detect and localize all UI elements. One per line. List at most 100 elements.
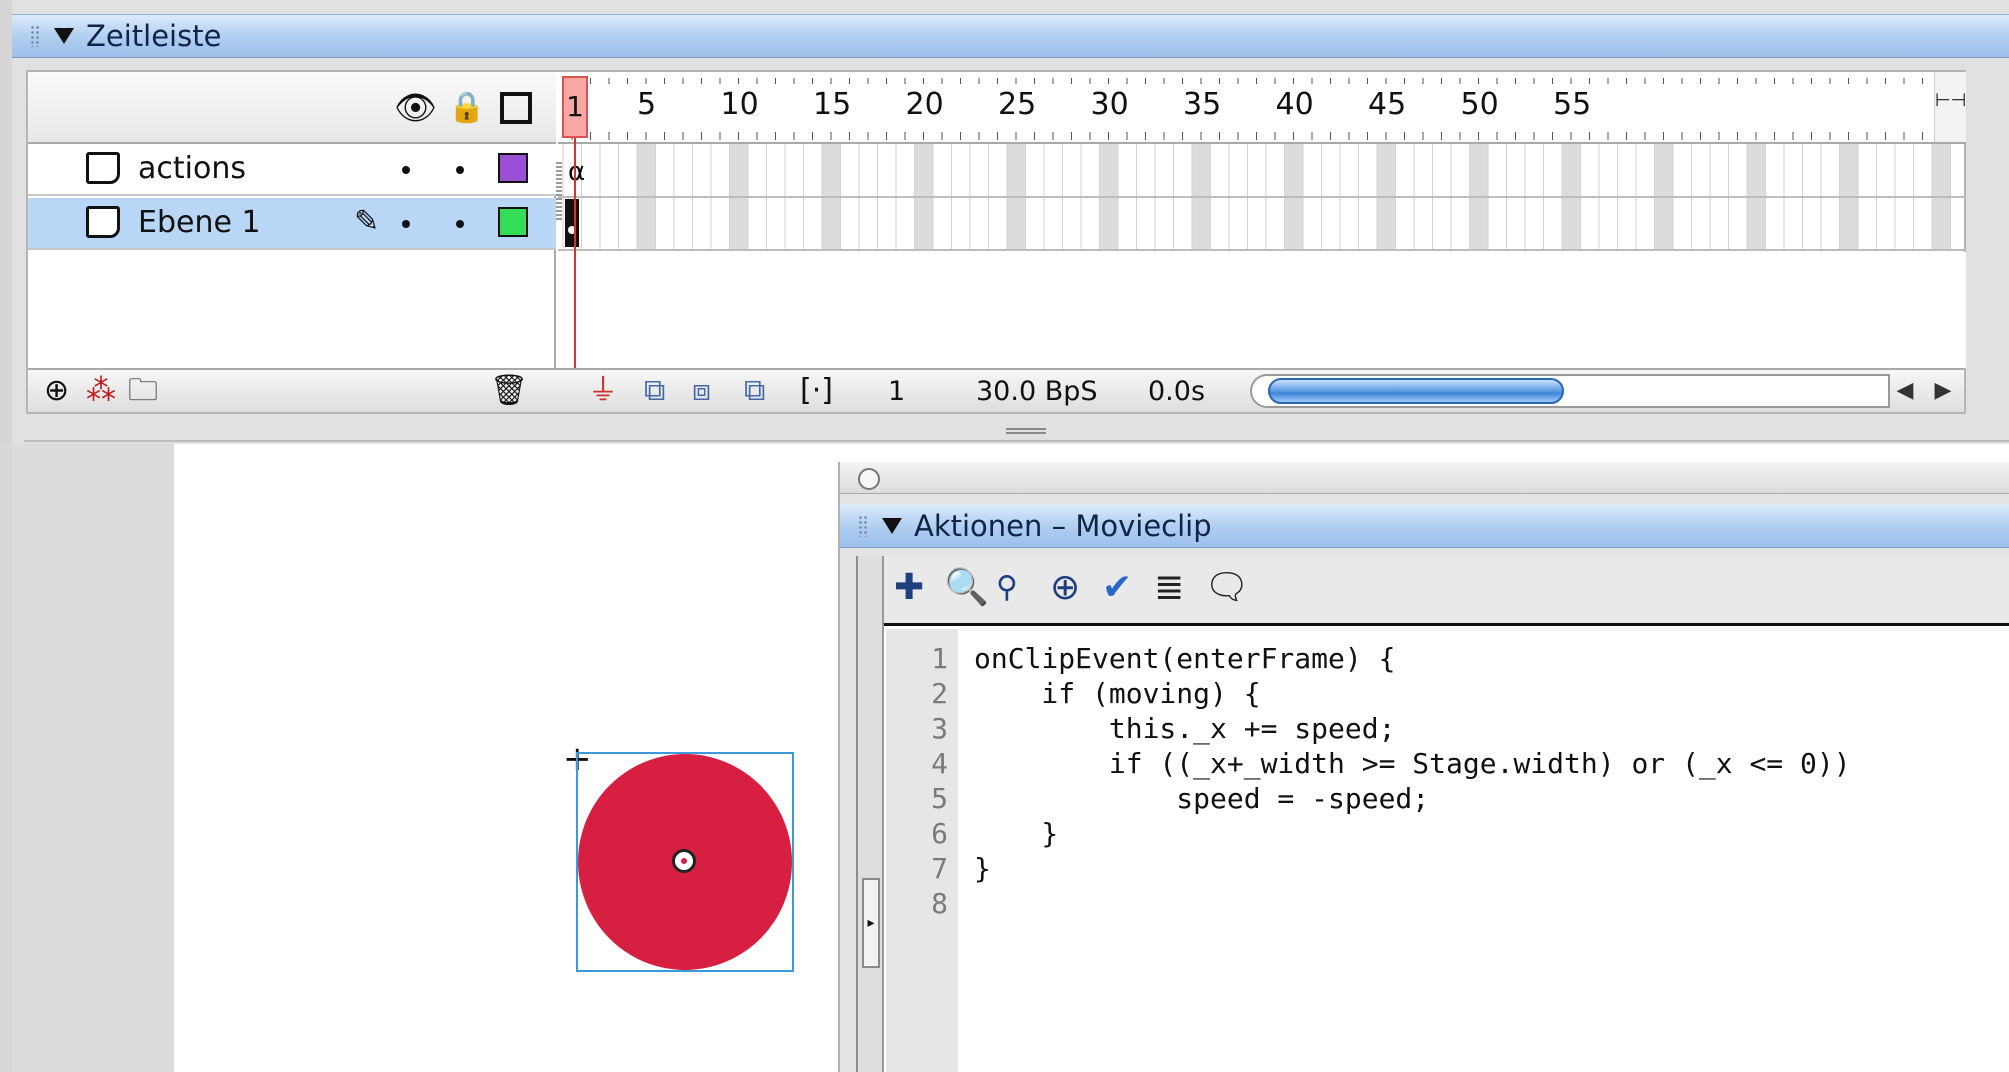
outline-square-icon[interactable] bbox=[500, 92, 532, 124]
scroll-right-arrow-icon[interactable]: ▶ bbox=[1926, 374, 1960, 408]
lock-dot[interactable] bbox=[456, 220, 464, 228]
transform-point-icon[interactable] bbox=[672, 849, 696, 873]
layer-doc-icon bbox=[86, 206, 120, 238]
trash-icon[interactable]: 🗑 bbox=[490, 374, 528, 408]
layer-doc-icon bbox=[86, 152, 120, 184]
actions-titlebar[interactable]: Aktionen – Movieclip bbox=[840, 504, 2009, 548]
movieclip-selection[interactable] bbox=[576, 752, 794, 972]
scrollbar-thumb[interactable] bbox=[1268, 378, 1564, 404]
frame-number-label: 20 bbox=[905, 87, 944, 122]
layer-header: 👁 🔒 bbox=[28, 72, 556, 144]
frame-number-label: 15 bbox=[813, 87, 852, 122]
actions-toolbox-strip: ▸ bbox=[858, 556, 884, 1072]
code-line[interactable]: onClipEvent(enterFrame) { bbox=[974, 642, 1395, 675]
layer-row-actions[interactable]: actions bbox=[28, 144, 556, 196]
add-layer-icon[interactable]: ⊕ bbox=[44, 374, 69, 408]
lock-icon[interactable]: 🔒 bbox=[448, 90, 485, 126]
check-syntax-icon[interactable]: ✔ bbox=[1102, 566, 1132, 610]
frame-number-label: 40 bbox=[1275, 87, 1314, 122]
onion-skin-icon[interactable]: ⧉ bbox=[644, 374, 665, 408]
line-number: 3 bbox=[931, 712, 948, 745]
find-icon[interactable]: 🔍 bbox=[944, 566, 989, 610]
frame-number-label: 30 bbox=[1090, 87, 1129, 122]
replace-icon[interactable]: ⚲ bbox=[996, 566, 1018, 610]
line-number: 8 bbox=[931, 887, 948, 920]
frame-ruler[interactable]: 5 10 15 20 25 30 35 40 45 50 55 ⊢⊣ bbox=[558, 72, 1966, 144]
frame-grid[interactable]: α bbox=[558, 144, 1966, 252]
frame-number-label: 25 bbox=[998, 87, 1037, 122]
ball-movieclip[interactable] bbox=[578, 754, 792, 970]
layer-list: 👁 🔒 actions Ebene 1 ✎ bbox=[28, 72, 556, 368]
frame-empty-area bbox=[558, 252, 1966, 368]
layer-name: actions bbox=[138, 151, 246, 186]
code-hint-icon[interactable]: 🗨 bbox=[1204, 566, 1250, 610]
line-number-gutter: 12345678 bbox=[886, 629, 958, 1072]
expand-toolbox-button[interactable]: ▸ bbox=[862, 878, 880, 968]
scroll-left-arrow-icon[interactable]: ◀ bbox=[1888, 374, 1922, 408]
timeline-panel: Zeitleiste 👁 🔒 actions Ebene 1 ✎ 5 10 15… bbox=[0, 0, 2009, 445]
line-number: 7 bbox=[931, 852, 948, 885]
panel-grip-icon[interactable] bbox=[30, 25, 40, 47]
timeline-titlebar[interactable]: Zeitleiste bbox=[12, 14, 2009, 58]
frame-number-label: 10 bbox=[720, 87, 759, 122]
edit-multiple-frames-icon[interactable]: ⧉ bbox=[744, 374, 765, 408]
timeline-footer: ⊕ ⁂ 🗀 🗑 ⏚ ⧉ ⧈ ⧉ [·] 1 30.0 BpS 0.0s ◀ ▶ bbox=[28, 368, 1964, 412]
onion-skin-outlines-icon[interactable]: ⧈ bbox=[692, 374, 711, 408]
panel-splitter[interactable] bbox=[24, 424, 2009, 442]
panel-grip-icon[interactable] bbox=[858, 514, 868, 537]
actions-keyframe-icon: α bbox=[568, 157, 585, 187]
code-line[interactable]: speed = -speed; bbox=[974, 782, 1429, 815]
line-number: 6 bbox=[931, 817, 948, 850]
frame-number-label: 55 bbox=[1553, 87, 1592, 122]
modify-onion-markers-icon[interactable]: [·] bbox=[800, 374, 833, 408]
actions-panel: Aktionen – Movieclip ▸ ✚ 🔍 ⚲ ⊕ ✔ ≣ 🗨 123… bbox=[838, 462, 2009, 1072]
frame-area: 5 10 15 20 25 30 35 40 45 50 55 ⊢⊣ α 1 bbox=[558, 72, 1966, 368]
pasteboard bbox=[12, 444, 174, 1072]
actions-toolbar: ✚ 🔍 ⚲ ⊕ ✔ ≣ 🗨 bbox=[884, 556, 2009, 626]
code-line[interactable]: if (moving) { bbox=[974, 677, 1260, 710]
splitter-grip-icon[interactable] bbox=[1006, 428, 1046, 436]
code-line[interactable]: } bbox=[974, 817, 1058, 850]
keyframe bbox=[565, 199, 579, 247]
close-icon[interactable] bbox=[858, 468, 880, 490]
auto-format-icon[interactable]: ≣ bbox=[1154, 566, 1184, 610]
elapsed-time: 0.0s bbox=[1148, 376, 1206, 407]
timeline-menu-button[interactable]: ⊢⊣ bbox=[1934, 72, 1966, 142]
pencil-icon: ✎ bbox=[354, 204, 380, 239]
add-statement-icon[interactable]: ✚ bbox=[894, 566, 924, 610]
frame-number-label: 5 bbox=[637, 87, 657, 122]
line-number: 2 bbox=[931, 677, 948, 710]
line-number: 5 bbox=[931, 782, 948, 815]
eye-icon[interactable]: 👁 bbox=[394, 90, 437, 126]
collapse-triangle-icon[interactable] bbox=[54, 28, 74, 44]
lock-dot[interactable] bbox=[456, 166, 464, 174]
playhead[interactable]: 1 bbox=[562, 76, 588, 138]
timeline-body: 👁 🔒 actions Ebene 1 ✎ 5 10 15 20 25 30 3… bbox=[26, 70, 1966, 414]
collapse-triangle-icon[interactable] bbox=[882, 517, 902, 534]
current-frame: 1 bbox=[888, 376, 906, 407]
layer-row-ebene-1[interactable]: Ebene 1 ✎ bbox=[28, 198, 556, 250]
frame-number-label: 50 bbox=[1460, 87, 1499, 122]
playhead-line bbox=[574, 138, 576, 368]
code-line[interactable]: if ((_x+_width >= Stage.width) or (_x <=… bbox=[974, 747, 1851, 780]
frame-number-label: 35 bbox=[1183, 87, 1222, 122]
visibility-dot[interactable] bbox=[402, 220, 410, 228]
layer-color-swatch[interactable] bbox=[498, 207, 528, 237]
layer-name: Ebene 1 bbox=[138, 205, 261, 240]
code-line[interactable]: } bbox=[974, 852, 991, 885]
add-motion-guide-icon[interactable]: ⁂ bbox=[86, 374, 116, 408]
center-frame-icon[interactable]: ⏚ bbox=[588, 374, 618, 408]
actions-window-bar[interactable] bbox=[840, 462, 2009, 494]
add-folder-icon[interactable]: 🗀 bbox=[128, 374, 158, 408]
code-line[interactable]: this._x += speed; bbox=[974, 712, 1396, 745]
actions-editor: ▸ ✚ 🔍 ⚲ ⊕ ✔ ≣ 🗨 12345678 onClipEvent(ent… bbox=[856, 556, 2009, 1072]
line-number: 4 bbox=[931, 747, 948, 780]
frame-rate: 30.0 BpS bbox=[976, 376, 1098, 407]
actions-title: Aktionen – Movieclip bbox=[914, 508, 1212, 543]
timeline-title: Zeitleiste bbox=[86, 19, 222, 53]
visibility-dot[interactable] bbox=[402, 166, 410, 174]
target-path-icon[interactable]: ⊕ bbox=[1050, 566, 1080, 610]
line-number: 1 bbox=[931, 642, 948, 675]
timeline-scrollbar[interactable] bbox=[1250, 374, 1890, 408]
layer-color-swatch[interactable] bbox=[498, 153, 528, 183]
